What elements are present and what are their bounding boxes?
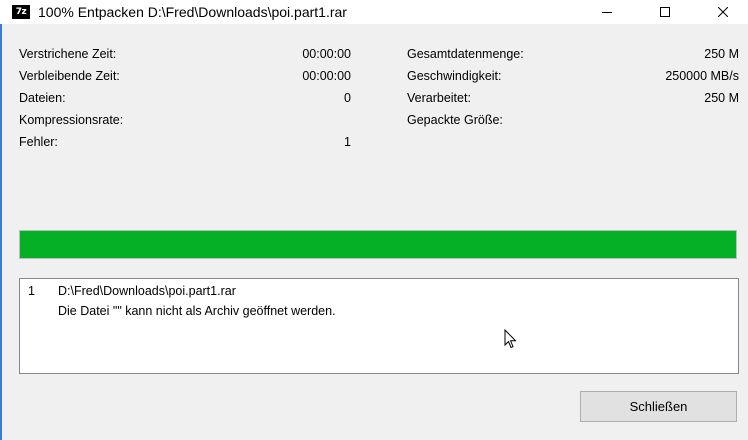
remaining-time-value: 00:00:00 [302, 69, 351, 83]
files-value: 0 [344, 91, 351, 105]
errors-label: Fehler: [19, 135, 58, 149]
total-size-label: Gesamtdatenmenge: [407, 47, 524, 61]
close-window-button[interactable] [700, 0, 746, 24]
compression-rate-label: Kompressionsrate: [19, 113, 124, 127]
log-row-text: Die Datei "" kann nicht als Archiv geöff… [58, 304, 336, 318]
window-title: 100% Entpacken D:\Fred\Downloads\poi.par… [38, 4, 347, 20]
total-size-value: 250 M [704, 47, 739, 61]
files-label: Dateien: [19, 91, 66, 105]
window-edge [0, 24, 2, 440]
remaining-time-label: Verbleibende Zeit: [19, 69, 120, 83]
elapsed-time-value: 00:00:00 [302, 47, 351, 61]
progress-bar-fill [20, 231, 736, 258]
title-bar[interactable]: 7z 100% Entpacken D:\Fred\Downloads\poi.… [0, 0, 748, 24]
speed-label: Geschwindigkeit: [407, 69, 502, 83]
close-icon [718, 7, 728, 17]
mouse-cursor-icon [504, 329, 517, 349]
7zip-app-icon: 7z [12, 5, 30, 19]
speed-value: 250000 MB/s [665, 69, 739, 83]
packed-size-label: Gepackte Größe: [407, 113, 503, 127]
log-row-text: D:\Fred\Downloads\poi.part1.rar [58, 284, 236, 298]
maximize-icon [660, 7, 670, 17]
message-log[interactable]: 1 D:\Fred\Downloads\poi.part1.rar Die Da… [19, 278, 739, 374]
minimize-icon [602, 12, 612, 13]
minimize-button[interactable] [584, 0, 630, 24]
log-row-number: 1 [28, 284, 35, 298]
processed-value: 250 M [704, 91, 739, 105]
processed-label: Verarbeitet: [407, 91, 471, 105]
elapsed-time-label: Verstrichene Zeit: [19, 47, 117, 61]
close-button[interactable]: Schließen [580, 391, 737, 422]
errors-value: 1 [344, 135, 351, 149]
maximize-button[interactable] [642, 0, 688, 24]
progress-bar [19, 230, 737, 259]
